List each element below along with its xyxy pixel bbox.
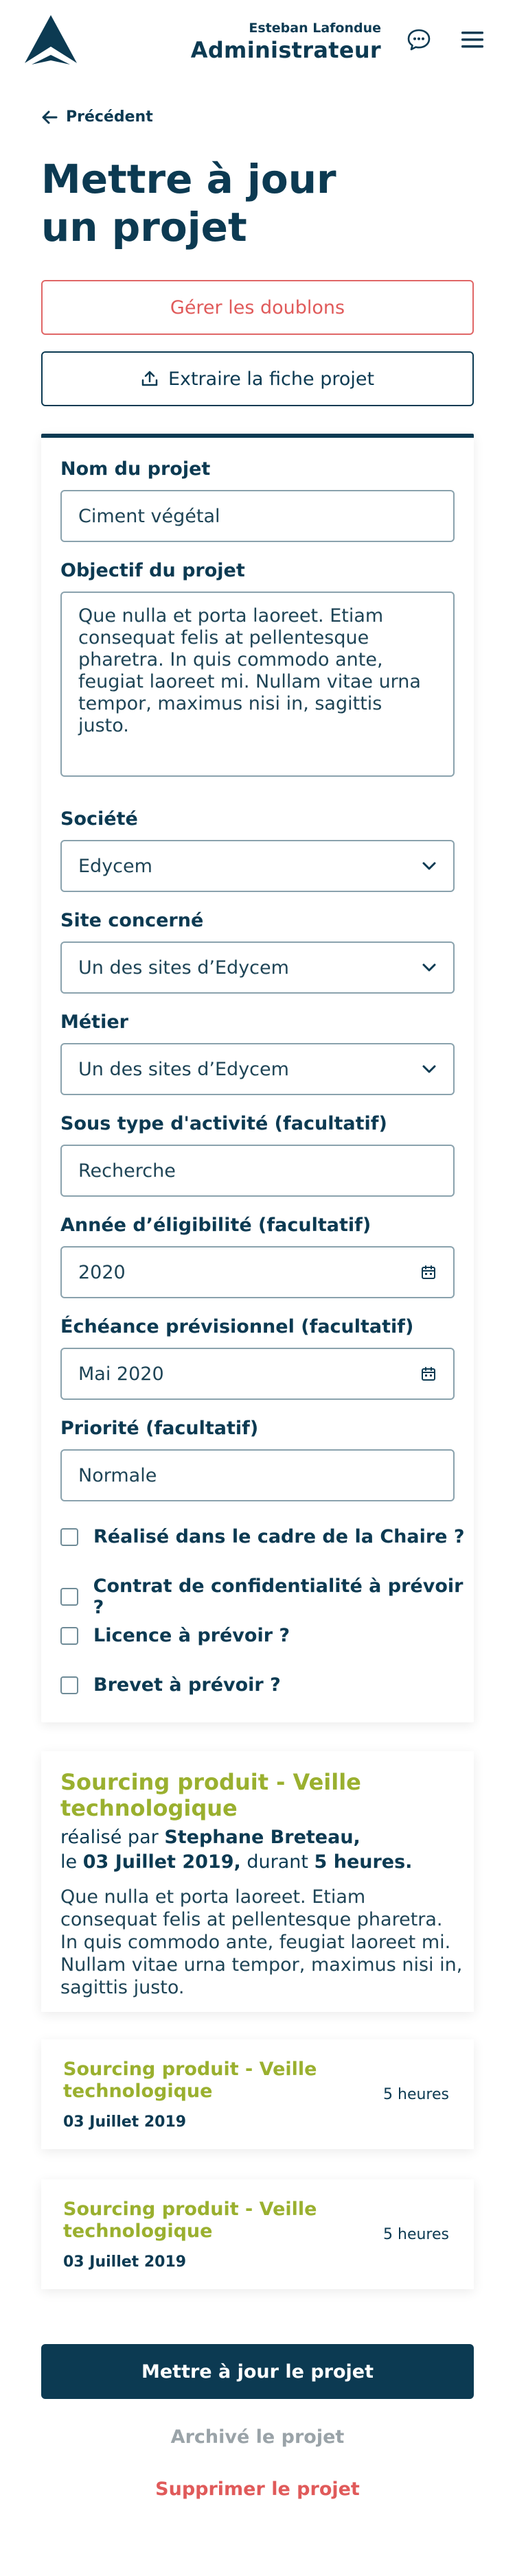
trade-select[interactable]: Un des sites d’Edycem	[60, 1043, 455, 1095]
activity-description: Que nulla et porta laoreet. Etiam conseq…	[60, 1886, 463, 1998]
project-name-value: Ciment végétal	[78, 505, 220, 527]
calendar-icon[interactable]	[420, 1264, 437, 1280]
manage-duplicates-button[interactable]: Gérer les doublons	[41, 280, 474, 335]
activity-item-title: Sourcing produit - Veille technologique	[63, 2059, 317, 2102]
checkbox-license[interactable]: Licence à prévoir ?	[60, 1625, 290, 1646]
trade-value: Un des sites d’Edycem	[78, 1058, 289, 1080]
activity-author: Stephane Breteau,	[164, 1827, 360, 1848]
activity-during-prefix: durant	[247, 1851, 308, 1873]
checkbox-box[interactable]	[60, 1626, 78, 1645]
site-select[interactable]: Un des sites d’Edycem	[60, 941, 455, 994]
calendar-icon[interactable]	[420, 1366, 437, 1382]
company-select[interactable]: Edycem	[60, 840, 455, 892]
deadline-label: Échéance prévisionnel (facultatif)	[60, 1316, 414, 1337]
objective-textarea[interactable]: Que nulla et porta laoreet. Etiam conseq…	[60, 592, 455, 777]
company-label: Société	[60, 808, 138, 830]
chevron-down-icon	[422, 1065, 436, 1073]
arrow-left-icon	[42, 110, 58, 124]
chevron-down-icon	[422, 862, 436, 870]
activity-item-title: Sourcing produit - Veille technologique	[63, 2199, 317, 2242]
eligibility-year-value: 2020	[78, 1261, 126, 1283]
activity-item-duration: 5 heures	[383, 2086, 449, 2103]
subtype-input[interactable]: Recherche	[60, 1145, 455, 1197]
activity-list-item[interactable]: Sourcing produit - Veille technologique …	[41, 2179, 474, 2289]
activity-item-date: 03 Juillet 2019	[63, 2114, 187, 2131]
hamburger-menu-icon[interactable]	[459, 27, 486, 52]
chevron-down-icon	[422, 963, 436, 972]
chat-bubble-icon[interactable]	[407, 27, 431, 52]
user-info: Esteban Lafondue Administrateur	[191, 21, 381, 63]
subtype-value: Recherche	[78, 1160, 176, 1182]
company-value: Edycem	[78, 855, 152, 877]
priority-input[interactable]: Normale	[60, 1449, 455, 1501]
project-name-input[interactable]: Ciment végétal	[60, 490, 455, 542]
checkbox-box[interactable]	[60, 1527, 78, 1546]
user-role: Administrateur	[190, 37, 381, 63]
eligibility-year-input[interactable]: 2020	[60, 1246, 455, 1298]
eligibility-year-label: Année d’éligibilité (facultatif)	[60, 1215, 371, 1236]
user-name: Esteban Lafondue	[249, 21, 381, 36]
activity-on-prefix: le	[60, 1851, 78, 1873]
activity-detail-card: Sourcing produit - Veille technologique …	[41, 1751, 474, 2012]
checkbox-label: Licence à prévoir ?	[93, 1625, 290, 1646]
brand-logo[interactable]	[22, 15, 80, 66]
site-value: Un des sites d’Edycem	[78, 957, 289, 979]
checkbox-label: Contrat de confidentialité à prévoir ?	[93, 1576, 464, 1618]
checkbox-confidentiality[interactable]: Contrat de confidentialité à prévoir ?	[60, 1576, 474, 1618]
activity-item-date: 03 Juillet 2019	[63, 2253, 187, 2271]
upload-icon	[141, 371, 158, 386]
page-title: Mettre à jour un projet	[41, 156, 336, 250]
project-name-label: Nom du projet	[60, 458, 211, 480]
deadline-input[interactable]: Mai 2020	[60, 1348, 455, 1400]
trade-label: Métier	[60, 1011, 128, 1033]
site-label: Site concerné	[60, 910, 204, 931]
activity-list-item[interactable]: Sourcing produit - Veille technologique …	[41, 2039, 474, 2149]
checkbox-chair[interactable]: Réalisé dans le cadre de la Chaire ?	[60, 1526, 465, 1547]
activity-title: Sourcing produit - Veille technologique	[60, 1769, 361, 1821]
project-form: Nom du projet Ciment végétal Objectif du…	[41, 434, 474, 1722]
back-link[interactable]: Précédent	[41, 108, 153, 126]
export-project-sheet-button[interactable]: Extraire la fiche projet	[41, 351, 474, 406]
update-project-button[interactable]: Mettre à jour le projet	[41, 2344, 474, 2399]
checkbox-label: Réalisé dans le cadre de la Chaire ?	[93, 1526, 465, 1547]
activity-meta: réalisé par Stephane Breteau, le 03 Juil…	[60, 1825, 459, 1875]
deadline-value: Mai 2020	[78, 1363, 164, 1385]
subtype-label: Sous type d'activité (facultatif)	[60, 1113, 387, 1134]
app-header: Esteban Lafondue Administrateur	[0, 0, 515, 89]
delete-project-link[interactable]: Supprimer le projet	[0, 2479, 515, 2500]
activity-item-duration: 5 heures	[383, 2226, 449, 2243]
checkbox-patent[interactable]: Brevet à prévoir ?	[60, 1674, 281, 1696]
objective-label: Objectif du projet	[60, 560, 245, 581]
checkbox-box[interactable]	[60, 1676, 78, 1694]
priority-value: Normale	[78, 1464, 157, 1486]
activity-date: 03 Juillet 2019,	[82, 1851, 241, 1873]
priority-label: Priorité (facultatif)	[60, 1418, 259, 1439]
activity-duration: 5 heures.	[314, 1851, 413, 1873]
back-label: Précédent	[66, 108, 153, 126]
activity-by-prefix: réalisé par	[60, 1827, 159, 1848]
export-project-sheet-label: Extraire la fiche projet	[168, 368, 375, 390]
checkbox-box[interactable]	[60, 1588, 78, 1606]
checkbox-label: Brevet à prévoir ?	[93, 1674, 281, 1696]
objective-value: Que nulla et porta laoreet. Etiam conseq…	[78, 605, 421, 736]
archive-project-link[interactable]: Archivé le projet	[0, 2426, 515, 2448]
